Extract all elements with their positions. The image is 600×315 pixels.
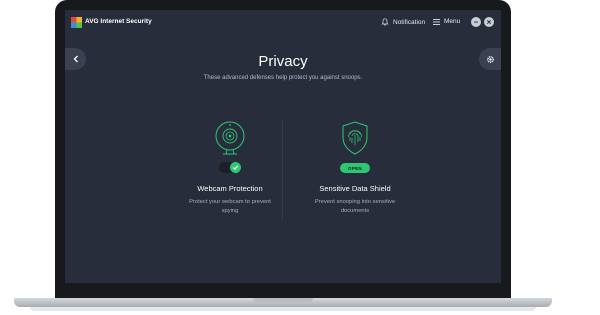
- webcam-protection-description: Protect your webcam to prevent spying: [189, 199, 271, 214]
- menu-label: Menu: [444, 18, 461, 25]
- sensitive-data-shield-card: OPEN Sensitive Data Shield Prevent snoop…: [280, 120, 430, 214]
- sensitive-data-shield-title: Sensitive Data Shield: [319, 184, 391, 193]
- webcam-icon: [215, 121, 245, 155]
- minimize-icon: [474, 21, 478, 23]
- bell-icon: [381, 18, 389, 26]
- checkmark-icon: [232, 165, 239, 170]
- page-subtitle: These advanced defenses help protect you…: [203, 75, 363, 81]
- webcam-protection-toggle[interactable]: [219, 162, 241, 173]
- toggle-knob: [230, 162, 241, 173]
- avg-logo-icon: [71, 17, 82, 28]
- close-button[interactable]: [484, 17, 494, 27]
- laptop-shadow: [30, 307, 536, 311]
- app-window: AVG Internet Security Notification Menu: [65, 10, 501, 283]
- fingerprint-shield-icon: [342, 121, 368, 155]
- app-title: AVG Internet Security: [85, 18, 152, 25]
- laptop-notch: [253, 298, 313, 302]
- open-sensitive-data-shield-button[interactable]: OPEN: [340, 163, 370, 173]
- notification-label: Notification: [393, 18, 426, 26]
- notification-button[interactable]: Notification: [381, 18, 425, 26]
- minimize-button[interactable]: [471, 17, 481, 27]
- title-bar: AVG Internet Security Notification Menu: [65, 10, 501, 36]
- menu-button[interactable]: Menu: [433, 18, 460, 25]
- hamburger-icon: [433, 18, 440, 25]
- page-title: Privacy: [258, 53, 308, 70]
- close-icon: [486, 19, 492, 25]
- sensitive-data-shield-description: Prevent snooping into sensitive document…: [314, 199, 396, 214]
